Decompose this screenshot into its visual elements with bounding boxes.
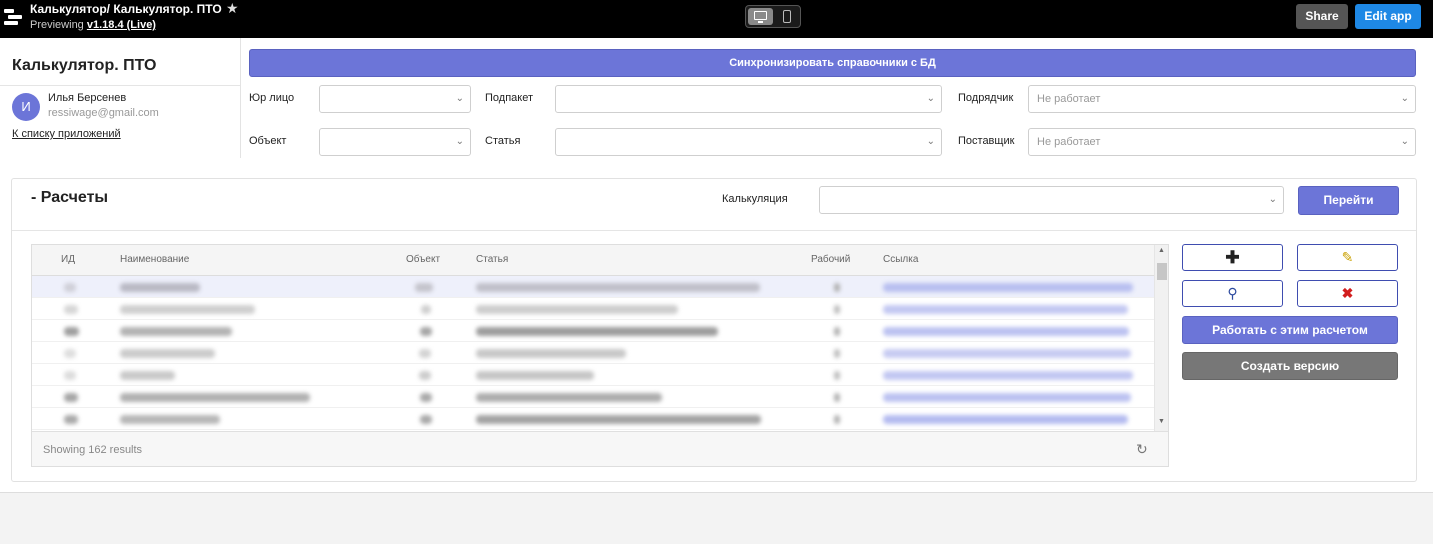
user-name: Илья Берсенев [48,92,127,104]
plus-icon: ✚ [1225,248,1240,267]
app-canvas: Калькулятор. ПТО И Илья Берсенев ressiwa… [0,38,1433,493]
edit-app-button[interactable]: Edit app [1355,4,1421,29]
supplier-label: Поставщик [958,135,1015,147]
go-button[interactable]: Перейти [1298,186,1399,215]
table-row[interactable] [32,408,1154,430]
table-row[interactable] [32,320,1154,342]
object-label: Объект [249,135,287,147]
mobile-icon [783,10,791,23]
object-select[interactable]: ⌄ [319,128,471,156]
table-row[interactable] [32,386,1154,408]
top-bar: Калькулятор/ Калькулятор. ПТО ★ Previewi… [0,0,1433,38]
contractor-select[interactable]: Не работает ⌄ [1028,85,1416,113]
calculations-table: ИД Наименование Объект Статья Рабочий Сс… [31,244,1169,467]
chevron-down-icon: ⌄ [455,93,464,104]
column-header-link[interactable]: Ссылка [883,254,918,265]
magnifier-icon: ⚲ [1227,285,1238,301]
create-version-button[interactable]: Создать версию [1182,352,1398,380]
article-select[interactable]: ⌄ [555,128,942,156]
legal-entity-label: Юр лицо [249,92,295,104]
scroll-down-icon[interactable]: ▼ [1158,418,1165,425]
calculation-select[interactable]: ⌄ [819,186,1284,214]
chevron-down-icon: ⌄ [1400,93,1409,104]
avatar: И [12,93,40,121]
sidebar-app-name: Калькулятор. ПТО [12,57,157,74]
table-row[interactable] [32,276,1154,298]
column-header-name[interactable]: Наименование [120,254,189,265]
divider [0,85,240,86]
chevron-down-icon: ⌄ [926,136,935,147]
share-button[interactable]: Share [1296,4,1348,29]
column-header-object[interactable]: Объект [406,254,440,265]
edit-button[interactable]: ✎ [1297,244,1398,271]
column-header-article[interactable]: Статья [476,254,508,265]
table-row[interactable] [32,342,1154,364]
supplier-select[interactable]: Не работает ⌄ [1028,128,1416,156]
subpackage-select[interactable]: ⌄ [555,85,942,113]
legal-entity-select[interactable]: ⌄ [319,85,471,113]
preview-status: Previewing v1.18.4 (Live) [30,19,156,31]
preview-prefix: Previewing [30,19,84,31]
table-row[interactable] [32,364,1154,386]
chevron-down-icon: ⌄ [1268,194,1277,205]
user-email: ressiwage@gmail.com [48,107,159,119]
cross-icon: ✖ [1341,285,1354,301]
calculations-panel: - Расчеты Калькуляция ⌄ Перейти ИД Наиме… [11,178,1417,482]
desktop-view-button[interactable] [748,8,773,25]
results-count: Showing 162 results [43,444,143,456]
table-row[interactable] [32,298,1154,320]
sync-directories-button[interactable]: Синхронизировать справочники с БД [249,49,1416,77]
contractor-placeholder: Не работает [1037,93,1101,105]
table-scrollbar[interactable]: ▲ ▼ [1154,245,1168,431]
table-footer: Showing 162 results ↻ [32,431,1168,466]
sidebar: Калькулятор. ПТО И Илья Берсенев ressiwa… [0,38,241,158]
mobile-view-button[interactable] [774,8,799,25]
star-icon[interactable]: ★ [226,0,239,17]
column-header-id[interactable]: ИД [61,254,75,265]
search-button[interactable]: ⚲ [1182,280,1283,307]
scroll-up-icon[interactable]: ▲ [1158,247,1165,254]
app-title: Калькулятор/ Калькулятор. ПТО [30,2,222,16]
subpackage-label: Подпакет [485,92,534,104]
app-logo-icon [4,9,22,25]
contractor-label: Подрядчик [958,92,1014,104]
chevron-down-icon: ⌄ [1400,136,1409,147]
column-header-worker[interactable]: Рабочий [811,254,850,265]
work-with-calculation-button[interactable]: Работать с этим расчетом [1182,316,1398,344]
refresh-icon[interactable]: ↻ [1136,441,1148,458]
table-header: ИД Наименование Объект Статья Рабочий Сс… [32,245,1154,276]
desktop-icon [754,11,767,23]
scrollbar-thumb[interactable] [1157,263,1167,280]
device-toggle [745,5,801,28]
supplier-placeholder: Не работает [1037,136,1101,148]
chevron-down-icon: ⌄ [455,136,464,147]
add-button[interactable]: ✚ [1182,244,1283,271]
table-body [32,276,1154,431]
version-link[interactable]: v1.18.4 (Live) [87,19,156,31]
back-to-apps-link[interactable]: К списку приложений [12,128,121,140]
divider [12,230,1416,231]
delete-button[interactable]: ✖ [1297,280,1398,307]
chevron-down-icon: ⌄ [926,93,935,104]
panel-title: - Расчеты [31,189,109,206]
article-label: Статья [485,135,521,147]
pencil-icon: ✎ [1341,249,1354,265]
calculation-label: Калькуляция [722,193,788,205]
